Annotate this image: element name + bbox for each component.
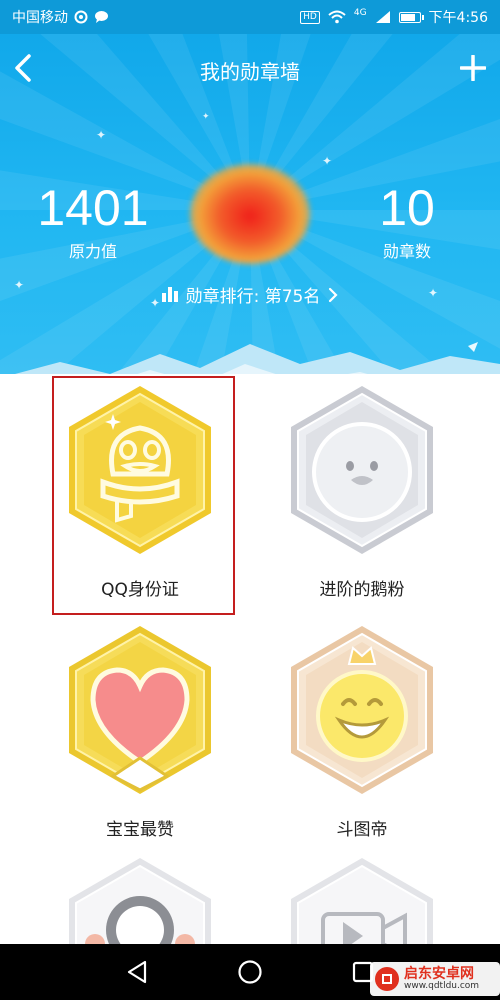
badge-meme-emperor[interactable]: 斗图帝: [267, 624, 457, 864]
hd-badge: HD: [300, 10, 320, 24]
sparkle-decoration: ✦: [202, 112, 210, 122]
bar-chart-icon: [161, 287, 178, 302]
nav-back-button[interactable]: [117, 952, 157, 992]
plus-icon: [460, 55, 486, 81]
penguin-face-icon: [291, 386, 433, 554]
smiley-crown-icon: [291, 626, 433, 794]
sparkle-decoration: ✦: [322, 154, 333, 168]
medal-rank-link[interactable]: 勋章排行: 第75名: [0, 282, 500, 307]
medal-count-label: 勋章数: [382, 242, 431, 261]
avatar[interactable]: [190, 164, 310, 264]
medal-wall-header: 我的勋章墙 ✦ ✦ ✦ ✦ ✦ ✦ 1401 原力值 10 勋章数 勋章排行: …: [0, 34, 500, 374]
watermark-url: www.qdtldu.com: [404, 980, 480, 991]
rank-text: 勋章排行: 第75名: [185, 287, 321, 307]
force-value-label: 原力值: [68, 242, 117, 261]
selection-highlight: [52, 376, 235, 615]
medal-count-stat: 10 勋章数: [352, 180, 462, 262]
watermark-text: 启东安卓网 www.qdtldu.com: [404, 967, 479, 991]
signal-icon: [375, 11, 390, 23]
watermark-title: 启东安卓网: [404, 965, 474, 982]
medal-count-number: 10: [379, 180, 435, 236]
circle-home-icon: [238, 960, 262, 984]
chevron-right-icon: [329, 287, 338, 302]
badge-label: 宝宝最赞: [106, 820, 174, 840]
add-button[interactable]: [456, 50, 490, 86]
mountain-decoration: [15, 342, 500, 374]
badge-label: 斗图帝: [336, 820, 388, 840]
badge-label: 进阶的鹅粉: [319, 580, 405, 600]
network-type: 4G: [353, 8, 367, 18]
watermark: 启东安卓网 www.qdtldu.com: [370, 962, 500, 996]
screen: 中国移动 HD 4G 下午4:56 我的勋章墙 ✦ ✦ ✦ ✦ ✦ ✦ 1401…: [0, 0, 500, 1000]
status-bar: 中国移动 HD 4G 下午4:56: [0, 0, 500, 34]
wifi-icon: [328, 10, 346, 24]
video-icon: [291, 858, 433, 944]
triangle-back-icon: [127, 960, 146, 984]
sparkle-decoration: ✦: [96, 128, 107, 142]
badge-partial-paw[interactable]: [45, 856, 235, 944]
nav-home-button[interactable]: [230, 952, 270, 992]
paw-icon: [69, 858, 211, 944]
page-title: 我的勋章墙: [200, 60, 300, 84]
clock: 下午4:56: [428, 10, 488, 26]
watermark-logo-icon: [375, 967, 399, 991]
force-value-stat: 1401 原力值: [28, 180, 158, 262]
badge-advanced-penguin-fan[interactable]: 进阶的鹅粉: [267, 384, 457, 624]
message-icon: [95, 11, 108, 23]
heart-icon: [69, 626, 211, 794]
carrier-group: 中国移动: [12, 7, 109, 27]
badge-baby-best[interactable]: 宝宝最赞: [45, 624, 235, 864]
force-value-number: 1401: [37, 180, 149, 236]
badge-partial-video[interactable]: [267, 856, 457, 944]
sync-icon: [74, 10, 88, 24]
status-right: HD 4G 下午4:56: [300, 7, 488, 27]
battery-icon: [398, 11, 424, 23]
carrier-name: 中国移动: [12, 10, 68, 26]
